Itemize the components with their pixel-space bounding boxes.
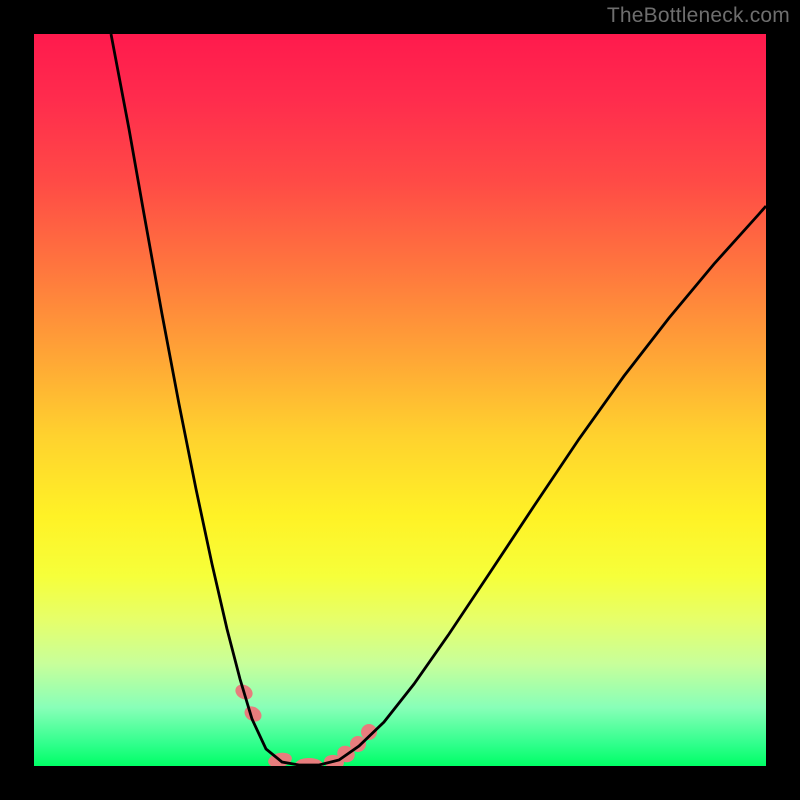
bottleneck-curve — [111, 34, 766, 765]
watermark-text: TheBottleneck.com — [607, 4, 790, 28]
plot-area — [34, 34, 766, 766]
chart-frame: TheBottleneck.com — [0, 0, 800, 800]
curve-layer — [34, 34, 766, 766]
